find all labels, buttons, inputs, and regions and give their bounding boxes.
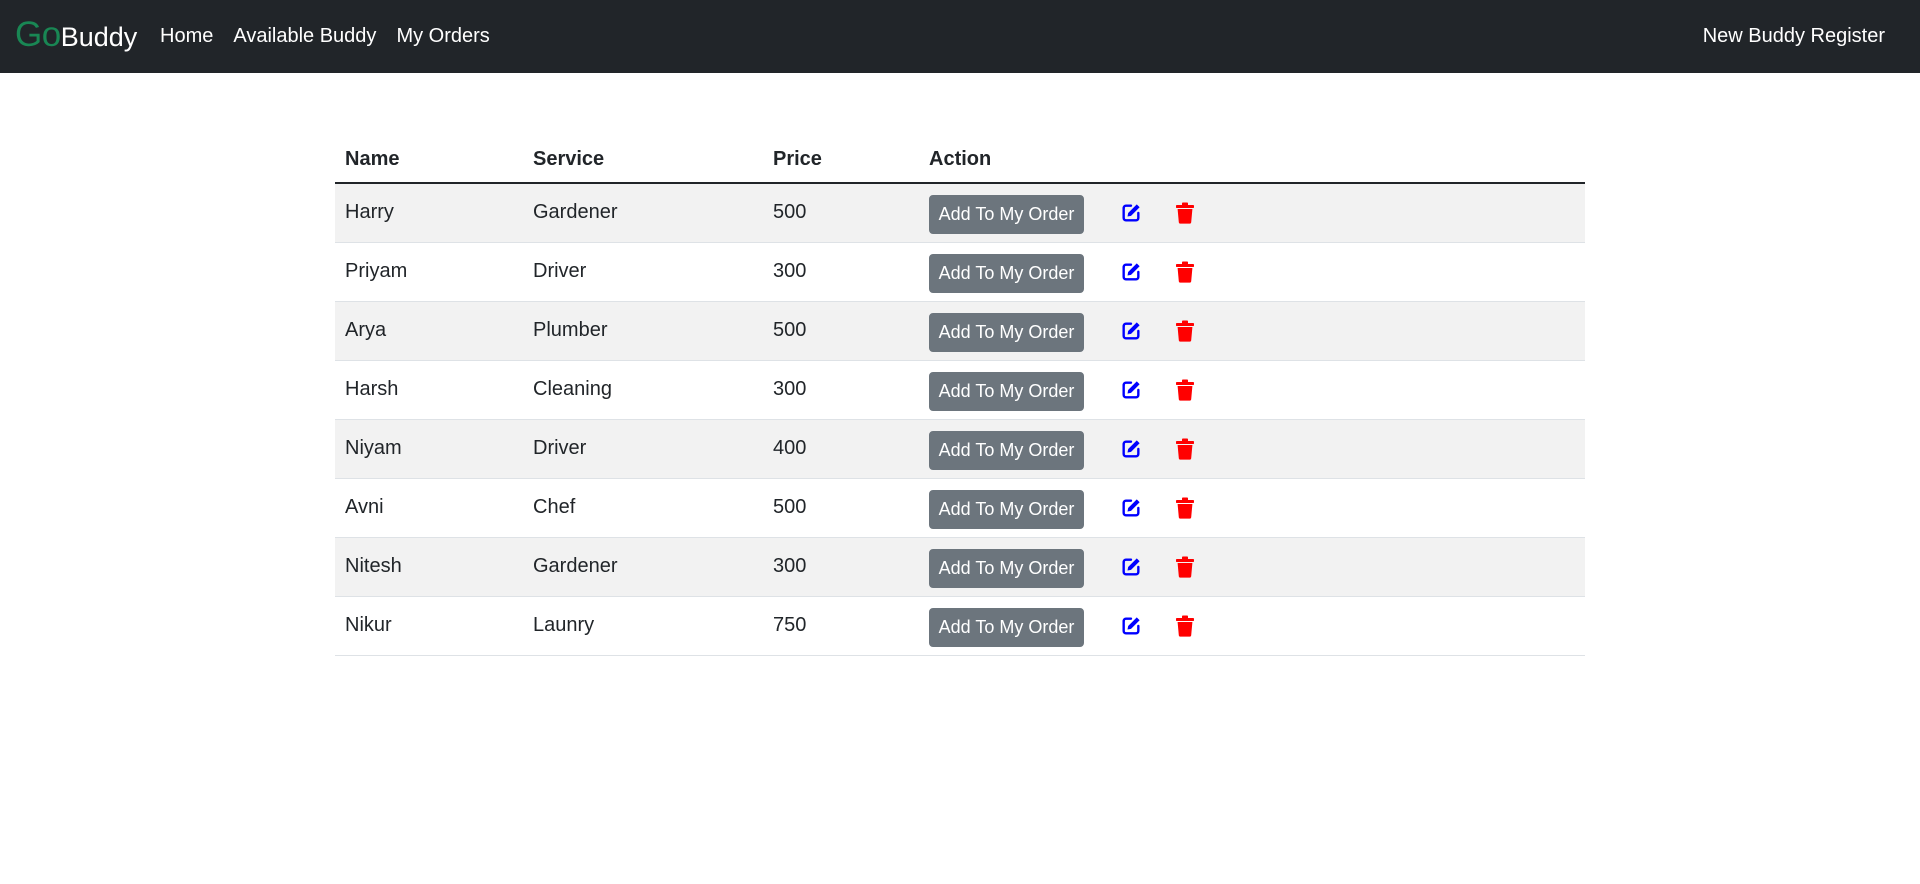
cell-action: Add To My Order <box>919 478 1585 538</box>
table-row: Niyam Driver 400 Add To My Order <box>335 419 1585 479</box>
header-service: Service <box>523 136 763 184</box>
action-group: Add To My Order <box>929 368 1575 411</box>
cell-name: Avni <box>335 478 523 538</box>
nav-right: New Buddy Register <box>1703 0 1885 73</box>
cell-price: 400 <box>763 419 919 479</box>
add-to-order-button[interactable]: Add To My Order <box>929 490 1084 529</box>
nav-links: Home Available Buddy My Orders <box>160 0 510 73</box>
add-to-order-button[interactable]: Add To My Order <box>929 195 1084 235</box>
cell-service: Chef <box>523 478 763 538</box>
trash-icon[interactable] <box>1172 436 1198 462</box>
table-row: Nikur Launry 750 Add To My Order <box>335 596 1585 656</box>
buddy-table: Name Service Price Action Harry Gardener… <box>335 136 1585 656</box>
nav-link-home[interactable]: Home <box>160 25 213 48</box>
cell-price: 300 <box>763 537 919 597</box>
nav-link-available-buddy[interactable]: Available Buddy <box>233 25 376 48</box>
trash-icon[interactable] <box>1172 495 1198 521</box>
cell-price: 500 <box>763 478 919 538</box>
trash-icon[interactable] <box>1172 554 1198 580</box>
action-group: Add To My Order <box>929 191 1575 235</box>
cell-price: 300 <box>763 360 919 420</box>
table-row: Avni Chef 500 Add To My Order <box>335 478 1585 538</box>
cell-action: Add To My Order <box>919 596 1585 656</box>
add-to-order-button[interactable]: Add To My Order <box>929 372 1084 411</box>
add-to-order-button[interactable]: Add To My Order <box>929 608 1084 647</box>
buddy-table-container: Name Service Price Action Harry Gardener… <box>335 136 1585 656</box>
edit-icon[interactable] <box>1118 613 1144 639</box>
brand-logo[interactable]: Go Buddy <box>15 15 137 57</box>
nav-link-my-orders[interactable]: My Orders <box>396 25 489 48</box>
edit-icon[interactable] <box>1118 436 1144 462</box>
action-group: Add To My Order <box>929 427 1575 470</box>
action-group: Add To My Order <box>929 545 1575 588</box>
cell-service: Driver <box>523 419 763 479</box>
table-body: Harry Gardener 500 Add To My Order Priya… <box>335 183 1585 656</box>
cell-price: 500 <box>763 301 919 361</box>
table-header-row: Name Service Price Action <box>335 136 1585 184</box>
new-buddy-register-link[interactable]: New Buddy Register <box>1703 25 1885 48</box>
trash-icon[interactable] <box>1172 377 1198 403</box>
edit-icon[interactable] <box>1118 259 1144 285</box>
header-name: Name <box>335 136 523 184</box>
cell-service: Launry <box>523 596 763 656</box>
table-header: Name Service Price Action <box>335 136 1585 184</box>
cell-service: Gardener <box>523 537 763 597</box>
edit-icon[interactable] <box>1118 495 1144 521</box>
header-action: Action <box>919 136 1585 184</box>
trash-icon[interactable] <box>1172 318 1198 344</box>
cell-service: Cleaning <box>523 360 763 420</box>
cell-action: Add To My Order <box>919 301 1585 361</box>
action-group: Add To My Order <box>929 486 1575 529</box>
cell-name: Niyam <box>335 419 523 479</box>
trash-icon[interactable] <box>1172 200 1198 226</box>
cell-service: Gardener <box>523 183 763 243</box>
cell-action: Add To My Order <box>919 360 1585 420</box>
cell-action: Add To My Order <box>919 183 1585 243</box>
add-to-order-button[interactable]: Add To My Order <box>929 313 1084 352</box>
add-to-order-button[interactable]: Add To My Order <box>929 431 1084 470</box>
edit-icon[interactable] <box>1118 377 1144 403</box>
action-group: Add To My Order <box>929 250 1575 293</box>
add-to-order-button[interactable]: Add To My Order <box>929 254 1084 293</box>
trash-icon[interactable] <box>1172 613 1198 639</box>
cell-action: Add To My Order <box>919 242 1585 302</box>
cell-action: Add To My Order <box>919 537 1585 597</box>
cell-name: Arya <box>335 301 523 361</box>
add-to-order-button[interactable]: Add To My Order <box>929 549 1084 588</box>
edit-icon[interactable] <box>1118 318 1144 344</box>
table-row: Harsh Cleaning 300 Add To My Order <box>335 360 1585 420</box>
cell-price: 750 <box>763 596 919 656</box>
table-row: Harry Gardener 500 Add To My Order <box>335 183 1585 243</box>
table-row: Nitesh Gardener 300 Add To My Order <box>335 537 1585 597</box>
cell-name: Priyam <box>335 242 523 302</box>
cell-name: Nitesh <box>335 537 523 597</box>
brand-buddy-text: Buddy <box>60 22 138 52</box>
edit-icon[interactable] <box>1118 200 1144 226</box>
table-row: Priyam Driver 300 Add To My Order <box>335 242 1585 302</box>
cell-price: 300 <box>763 242 919 302</box>
cell-service: Plumber <box>523 301 763 361</box>
header-price: Price <box>763 136 919 184</box>
cell-action: Add To My Order <box>919 419 1585 479</box>
trash-icon[interactable] <box>1172 259 1198 285</box>
cell-name: Harsh <box>335 360 523 420</box>
cell-service: Driver <box>523 242 763 302</box>
edit-icon[interactable] <box>1118 554 1144 580</box>
table-row: Arya Plumber 500 Add To My Order <box>335 301 1585 361</box>
action-group: Add To My Order <box>929 604 1575 647</box>
cell-name: Harry <box>335 183 523 243</box>
brand-go-text: Go <box>15 15 61 54</box>
cell-price: 500 <box>763 183 919 243</box>
cell-name: Nikur <box>335 596 523 656</box>
top-navbar: Go Buddy Home Available Buddy My Orders … <box>0 0 1920 73</box>
action-group: Add To My Order <box>929 309 1575 352</box>
